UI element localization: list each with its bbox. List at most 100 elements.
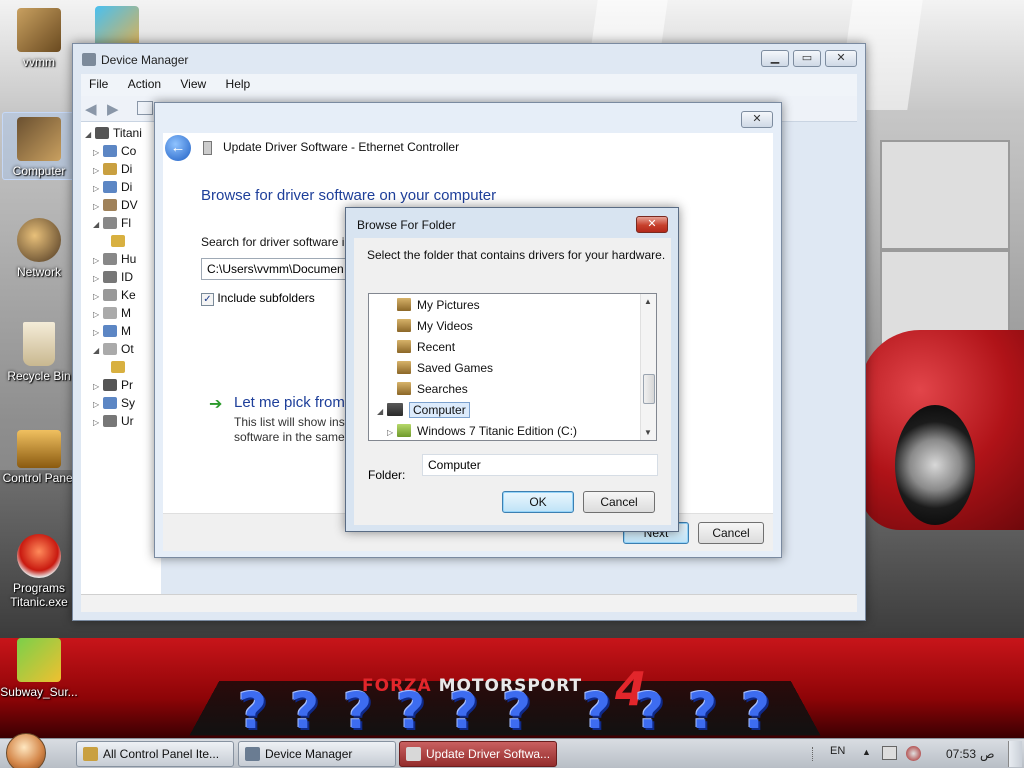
back-arrow-icon[interactable]: ◀ bbox=[85, 100, 97, 118]
desktop-icon-recycle-bin[interactable]: Recycle Bin bbox=[2, 322, 76, 383]
scroll-up-arrow-icon[interactable]: ▲ bbox=[644, 297, 652, 306]
desktop-icon-label: Subway_Sur... bbox=[0, 685, 78, 699]
driver-path-input[interactable]: C:\Users\vvmm\Documen bbox=[201, 258, 351, 280]
network-icon bbox=[17, 218, 61, 262]
menu-help[interactable]: Help bbox=[218, 74, 259, 94]
desktop-icon-label: Recycle Bin bbox=[7, 369, 71, 383]
folder-item-searches[interactable]: Searches bbox=[397, 379, 468, 399]
desktop-icon-subway-surfers[interactable]: Subway_Sur... bbox=[0, 638, 78, 699]
tree-item[interactable] bbox=[111, 360, 129, 378]
folder-item-my-pictures[interactable]: My Pictures bbox=[397, 295, 480, 315]
tree-item[interactable]: ▷ M bbox=[93, 306, 131, 324]
tree-item[interactable]: ▷ DV bbox=[93, 198, 138, 216]
browse-for-folder-dialog[interactable]: Browse For Folder ✕ Select the folder th… bbox=[345, 207, 679, 532]
menu-file[interactable]: File bbox=[81, 74, 116, 94]
clock-ampm: ص bbox=[980, 747, 995, 761]
folder-icon bbox=[397, 382, 411, 395]
tree-root[interactable]: ◢ Titani bbox=[85, 126, 142, 144]
menu-action[interactable]: Action bbox=[120, 74, 169, 94]
scroll-down-arrow-icon[interactable]: ▼ bbox=[644, 428, 652, 437]
forward-arrow-icon[interactable]: ▶ bbox=[107, 100, 119, 118]
taskbar-update-driver[interactable]: Update Driver Softwa... bbox=[399, 741, 557, 767]
question-mark-icon: ? bbox=[290, 682, 320, 738]
tree-item[interactable]: ▷ Pr bbox=[93, 378, 133, 396]
folder-field-input[interactable]: Computer bbox=[422, 454, 658, 476]
tree-item[interactable]: ▷ Di bbox=[93, 162, 132, 180]
forza-banner: FORZA MOTORSPORT 4 ? ? ? ? ? ? ? ? ? ? bbox=[0, 638, 1024, 738]
wallpaper-wall-panel bbox=[880, 140, 1010, 250]
tree-item[interactable] bbox=[111, 234, 129, 252]
desktop-icon-label: vvmm bbox=[23, 55, 55, 69]
wizard-cancel-button[interactable]: Cancel bbox=[698, 522, 764, 544]
computer-icon bbox=[17, 117, 61, 161]
taskbar-separator bbox=[812, 747, 820, 761]
show-desktop-button[interactable] bbox=[1008, 741, 1022, 767]
browse-folder-close-button[interactable]: ✕ bbox=[636, 216, 668, 233]
car-wheel-image bbox=[895, 405, 975, 525]
folder-item-my-videos[interactable]: My Videos bbox=[397, 316, 473, 336]
tree-item[interactable]: ▷ Ur bbox=[93, 414, 134, 432]
desktop-icon-vvmm[interactable]: vvmm bbox=[2, 8, 76, 69]
taskbar-control-panel[interactable]: All Control Panel Ite... bbox=[76, 741, 234, 767]
network-tray-icon[interactable] bbox=[882, 746, 897, 760]
tree-item[interactable]: ▷ M bbox=[93, 324, 131, 342]
include-subfolders-label: Include subfolders bbox=[217, 291, 315, 305]
let-me-pick-link[interactable]: Let me pick from bbox=[234, 394, 345, 411]
tree-item[interactable]: ◢ Fl bbox=[93, 216, 131, 234]
tree-item[interactable]: ◢ Ot bbox=[93, 342, 134, 360]
minimize-button[interactable]: ▁ bbox=[761, 50, 789, 67]
folder-field-label: Folder: bbox=[368, 468, 406, 482]
control-panel-icon bbox=[83, 747, 98, 761]
folder-tree-scrollbar[interactable]: ▲ ▼ bbox=[640, 294, 656, 440]
tree-item[interactable]: ▷ Di bbox=[93, 180, 132, 198]
language-indicator[interactable]: EN bbox=[830, 745, 845, 757]
volume-muted-icon[interactable] bbox=[906, 746, 921, 761]
drive-icon bbox=[397, 424, 411, 437]
programs-flame-icon bbox=[17, 534, 61, 578]
user-folder-icon bbox=[17, 8, 61, 52]
folder-tree[interactable]: My Pictures My Videos Recent Saved Games… bbox=[368, 293, 657, 441]
update-driver-icon bbox=[406, 747, 421, 761]
question-mark-icon: ? bbox=[582, 682, 612, 738]
folder-item-drive-c[interactable]: ▷ Windows 7 Titanic Edition (C:) bbox=[387, 421, 577, 441]
desktop-icon-label: Computer bbox=[12, 164, 66, 178]
include-subfolders-checkbox[interactable]: ✓ bbox=[201, 293, 214, 306]
desktop-icon-programs[interactable]: Programs Titanic.exe bbox=[0, 534, 78, 609]
scroll-thumb[interactable] bbox=[643, 374, 655, 404]
folder-icon bbox=[397, 361, 411, 374]
maximize-button[interactable]: ▭ bbox=[793, 50, 821, 67]
include-subfolders-row[interactable]: ✓ Include subfolders bbox=[201, 291, 315, 306]
desktop-icon-network[interactable]: Network bbox=[2, 218, 76, 279]
ok-button[interactable]: OK bbox=[502, 491, 574, 513]
desktop-icon-control-panel[interactable]: Control Panel bbox=[2, 430, 76, 485]
status-bar bbox=[81, 594, 857, 612]
browse-folder-description: Select the folder that contains drivers … bbox=[367, 248, 666, 262]
question-mark-icon: ? bbox=[688, 682, 718, 738]
close-button[interactable]: ✕ bbox=[825, 50, 857, 67]
folder-item-saved-games[interactable]: Saved Games bbox=[397, 358, 493, 378]
question-mark-icon: ? bbox=[238, 682, 268, 738]
tree-item[interactable]: ▷ ID bbox=[93, 270, 133, 288]
properties-icon[interactable] bbox=[137, 101, 153, 115]
taskbar-device-manager[interactable]: Device Manager bbox=[238, 741, 396, 767]
back-arrow-button[interactable]: ← bbox=[165, 135, 191, 161]
tree-item[interactable]: ▷ Hu bbox=[93, 252, 136, 270]
tree-item[interactable]: ▷ Ke bbox=[93, 288, 136, 306]
menu-view[interactable]: View bbox=[172, 74, 214, 94]
browse-folder-body: Select the folder that contains drivers … bbox=[354, 238, 671, 525]
browse-cancel-button[interactable]: Cancel bbox=[583, 491, 655, 513]
update-driver-close-button[interactable]: ✕ bbox=[741, 111, 773, 128]
device-manager-titlebar[interactable]: Device Manager ▁ ▭ ✕ bbox=[73, 44, 865, 74]
question-mark-icon: ? bbox=[635, 682, 665, 738]
folder-item-recent[interactable]: Recent bbox=[397, 337, 455, 357]
let-me-pick-description: This list will show inst software in the… bbox=[234, 415, 349, 444]
show-hidden-icons-icon[interactable]: ▲ bbox=[862, 747, 871, 757]
tree-item[interactable]: ▷ Sy bbox=[93, 396, 135, 414]
question-mark-icon: ? bbox=[741, 682, 771, 738]
tree-item[interactable]: ▷ Co bbox=[93, 144, 136, 162]
start-button[interactable] bbox=[6, 733, 46, 768]
folder-item-computer[interactable]: ◢ Computer bbox=[377, 400, 470, 420]
clock-time[interactable]: 07:53 bbox=[946, 747, 976, 761]
desktop-icon-computer[interactable]: Computer bbox=[2, 112, 76, 180]
recycle-bin-icon bbox=[23, 322, 55, 366]
